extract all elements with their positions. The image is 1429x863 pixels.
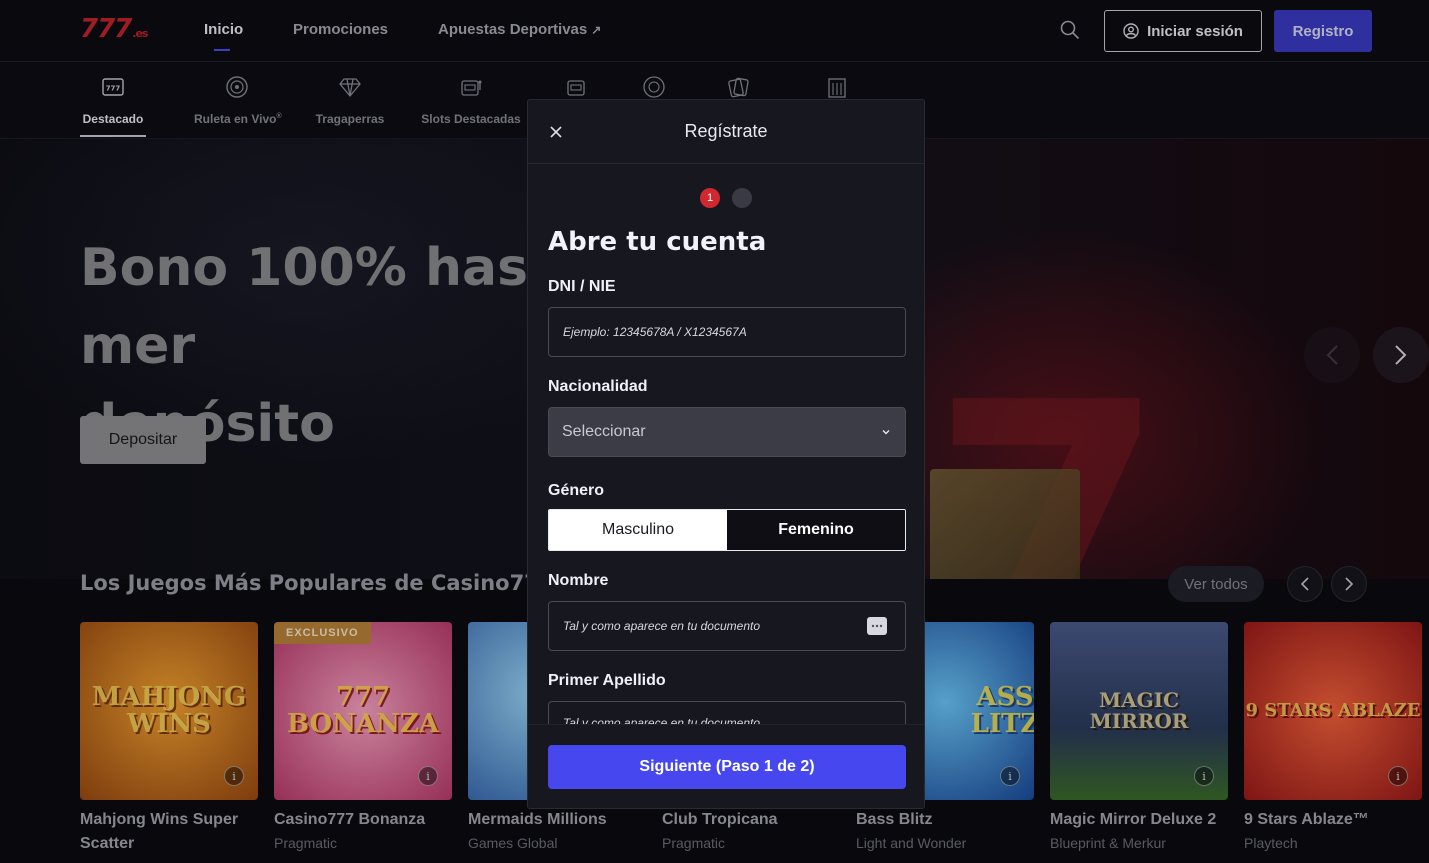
game-name: Club Tropicana <box>662 811 778 828</box>
chevron-right-icon <box>1345 577 1354 591</box>
gift-graphic <box>930 469 1080 579</box>
game-name: Mermaids Millions <box>468 811 607 828</box>
games-prev-button[interactable] <box>1287 566 1323 602</box>
game-provider: Games Global <box>468 835 558 851</box>
game-name: 9 Stars Ablaze™ <box>1244 811 1369 828</box>
hero-next-button[interactable] <box>1373 327 1429 383</box>
gender-toggle: Masculino Femenino <box>548 509 906 551</box>
category-active-indicator <box>80 135 146 137</box>
nationality-value: Seleccionar <box>562 423 646 440</box>
view-all-button[interactable]: Ver todos <box>1168 566 1264 602</box>
game-thumb-title: 777 BONANZA <box>287 681 439 739</box>
game-thumb-title: ASS LITZ <box>970 681 1034 739</box>
game-thumbnail[interactable]: 9 STARS ABLAZE i <box>1244 622 1422 800</box>
hero-prev-button[interactable] <box>1304 327 1360 383</box>
category-destacado[interactable]: 777 Destacado <box>80 75 146 126</box>
poker-chip-icon <box>643 76 665 98</box>
chevron-right-icon <box>1395 345 1407 365</box>
step-2-dot <box>732 188 752 208</box>
name-placeholder: Tal y como aparece en tu documento <box>563 619 761 633</box>
chevron-left-icon <box>1300 577 1309 591</box>
game-card[interactable]: EXCLUSIVO 777 BONANZA i Casino777 Bonanz… <box>274 622 452 854</box>
game-card[interactable]: MAHJONG WINS i Mahjong Wins Super Scatter <box>80 622 258 856</box>
game-name: Mahjong Wins Super Scatter <box>80 811 239 852</box>
slot-machine-icon <box>567 80 585 96</box>
roulette-icon <box>226 76 248 98</box>
dni-label: DNI / NIE <box>548 278 616 295</box>
surname-label: Primer Apellido <box>548 672 666 689</box>
game-card[interactable]: 9 STARS ABLAZE i 9 Stars Ablaze™ Playtec… <box>1244 622 1422 854</box>
game-provider: Blueprint & Merkur <box>1050 835 1166 851</box>
modal-title: Regístrate <box>684 121 768 141</box>
gender-label: Género <box>548 482 605 499</box>
category-tragaperras[interactable]: Tragaperras <box>312 75 388 126</box>
info-icon[interactable]: i <box>1388 766 1408 786</box>
info-icon[interactable]: i <box>1000 766 1020 786</box>
777-icon: 777 <box>102 78 124 96</box>
top-navigation: 777.es Inicio Promociones Apuestas Depor… <box>0 0 1429 62</box>
diamond-icon <box>339 78 361 98</box>
game-card[interactable]: MAGIC MIRROR i Magic Mirror Deluxe 2 Blu… <box>1050 622 1228 854</box>
game-thumbnail[interactable]: MAHJONG WINS i <box>80 622 258 800</box>
game-name: Casino777 Bonanza <box>274 811 426 828</box>
step-1-dot: 1 <box>700 188 720 208</box>
game-provider: Pragmatic <box>662 835 726 851</box>
cards-icon <box>728 77 749 98</box>
info-icon[interactable]: i <box>1194 766 1214 786</box>
autofill-icon[interactable] <box>867 617 887 635</box>
game-thumb-title: 9 STARS ABLAZE <box>1245 699 1421 721</box>
nationality-label: Nacionalidad <box>548 378 648 395</box>
game-provider: Pragmatic <box>274 835 338 851</box>
game-provider: Playtech <box>1244 835 1298 851</box>
slot-machine-icon <box>461 80 482 96</box>
game-thumbnail[interactable]: EXCLUSIVO 777 BONANZA i <box>274 622 452 800</box>
info-icon[interactable]: i <box>224 766 244 786</box>
info-icon[interactable]: i <box>418 766 438 786</box>
game-name: Bass Blitz <box>856 811 933 828</box>
next-step-button[interactable]: Siguiente (Paso 1 de 2) <box>548 745 906 789</box>
nav-active-indicator <box>214 49 230 51</box>
casino-logo[interactable]: 777.es <box>80 14 148 44</box>
dni-input[interactable]: Ejemplo: 12345678A / X1234567A <box>548 307 906 357</box>
category-slots-destacadas[interactable]: Slots Destacadas <box>419 75 523 126</box>
name-label: Nombre <box>548 572 609 589</box>
game-thumb-title: MAGIC MIRROR <box>1089 688 1189 733</box>
category-ruleta-en-vivo[interactable]: Ruleta en Vivo® <box>194 75 282 126</box>
nav-promociones[interactable]: Promociones <box>293 21 388 38</box>
gender-female-option[interactable]: Femenino <box>727 510 905 550</box>
name-input[interactable]: Tal y como aparece en tu documento <box>548 601 906 651</box>
nav-inicio[interactable]: Inicio <box>204 21 243 38</box>
deposit-button[interactable]: Depositar <box>80 416 206 464</box>
game-provider: Light and Wonder <box>856 835 967 851</box>
chevron-down-icon <box>882 430 890 435</box>
step-indicator: 1 <box>700 188 752 208</box>
svg-text:777: 777 <box>106 85 121 93</box>
search-icon[interactable] <box>1060 20 1080 40</box>
gender-male-option[interactable]: Masculino <box>549 510 727 550</box>
modal-header: Regístrate <box>528 100 924 164</box>
modal-footer: Siguiente (Paso 1 de 2) <box>528 724 924 808</box>
chevron-left-icon <box>1326 345 1338 365</box>
game-thumb-title: MAHJONG WINS <box>91 681 247 739</box>
nationality-select[interactable]: Seleccionar <box>548 407 906 457</box>
nav-apuestas-deportivas[interactable]: Apuestas Deportivas ↗ <box>438 21 601 38</box>
popular-games-title: Los Juegos Más Populares de Casino777 <box>80 571 554 595</box>
form-heading: Abre tu cuenta <box>548 227 767 257</box>
registration-modal: Regístrate 1 Abre tu cuenta DNI / NIE Ej… <box>527 99 925 809</box>
register-button[interactable]: Registro <box>1274 10 1372 52</box>
user-icon <box>1123 23 1139 39</box>
game-name: Magic Mirror Deluxe 2 <box>1050 811 1217 828</box>
login-button[interactable]: Iniciar sesión <box>1104 10 1262 52</box>
exclusive-badge: EXCLUSIVO <box>274 622 371 644</box>
external-link-icon: ↗ <box>591 23 602 37</box>
game-thumbnail[interactable]: MAGIC MIRROR i <box>1050 622 1228 800</box>
casino-building-icon <box>828 78 846 98</box>
games-next-button[interactable] <box>1331 566 1367 602</box>
